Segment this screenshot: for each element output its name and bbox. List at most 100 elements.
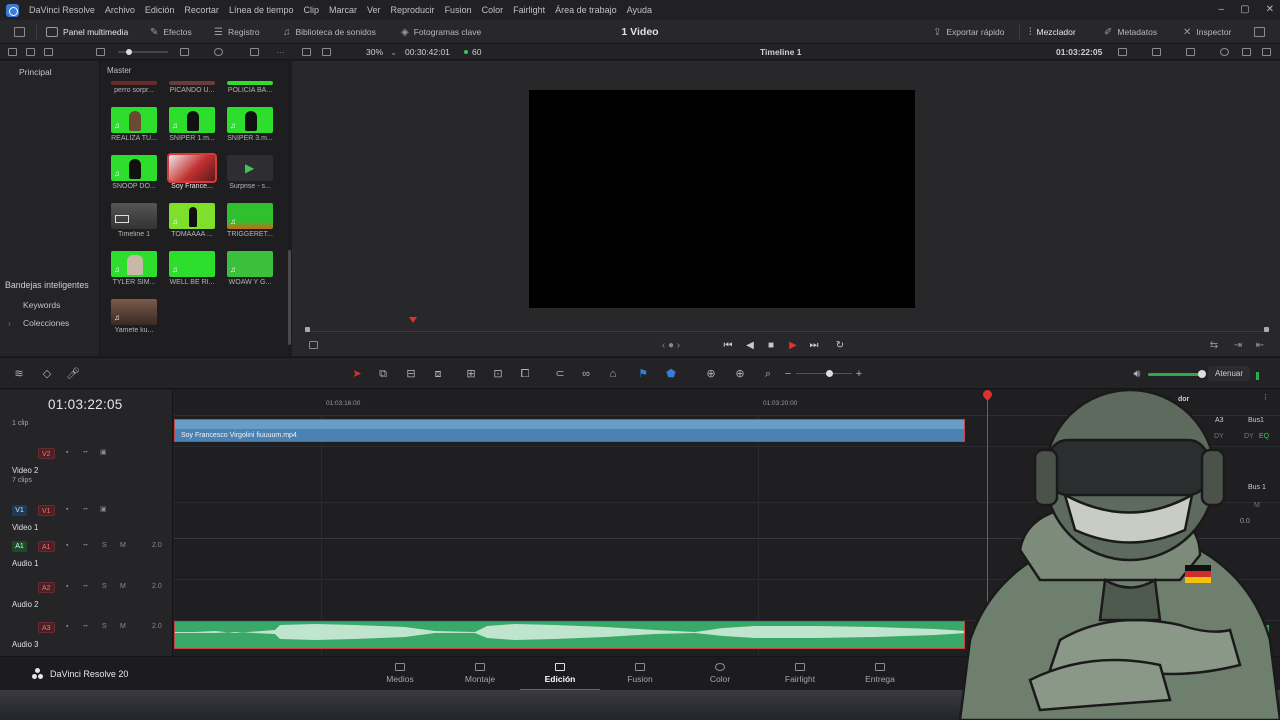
media-clip[interactable]: ♫ TYLER SIM... [110, 251, 158, 286]
menu-area-de-trabajo[interactable]: Área de trabajo [550, 0, 622, 20]
zoom-full-icon[interactable]: ⊕ [704, 367, 718, 381]
smart-bin-keywords[interactable]: Keywords [23, 300, 60, 310]
bin-principal[interactable]: Principal [19, 67, 52, 77]
keyframes-toggle[interactable]: ◈ Fotogramas clave [401, 20, 481, 44]
auto-select-icon[interactable]: ↔ [82, 505, 89, 512]
mute-button[interactable]: M [120, 583, 126, 590]
page-tab-medios[interactable]: Medios [360, 657, 440, 691]
page-tab-montaje[interactable]: Montaje [440, 657, 520, 691]
media-clip[interactable]: ♫ WELL BE RI... [168, 251, 216, 286]
layout-icon[interactable] [8, 48, 17, 56]
menu-reproducir[interactable]: Reproducir [386, 0, 440, 20]
trim-tool-icon[interactable]: ⧉ [376, 367, 390, 381]
match-frame-icon[interactable]: ⇆ [1207, 337, 1221, 353]
skip-to-start-icon[interactable]: ⏮ [720, 337, 736, 353]
blade-tool-icon[interactable]: ⧈ [431, 367, 445, 381]
viewer-scrub-bar[interactable] [307, 331, 1267, 332]
media-pool-toggle[interactable]: Panel multimedia [46, 20, 128, 44]
zoom-detail-icon[interactable]: ⊕ [733, 367, 747, 381]
thumb-size-knob[interactable] [126, 49, 132, 55]
grid-view-icon[interactable] [180, 48, 189, 56]
viewer-screen[interactable] [529, 90, 915, 308]
menu-ver[interactable]: Ver [362, 0, 386, 20]
media-clip[interactable]: ♫ SNOOP DO... [110, 155, 158, 190]
link-icon[interactable] [44, 48, 53, 56]
clip-display-icon[interactable] [1152, 48, 1161, 56]
menu-edicion[interactable]: Edición [140, 0, 180, 20]
menu-archivo[interactable]: Archivo [100, 0, 140, 20]
zoom-slider[interactable] [796, 373, 852, 374]
auto-select-icon[interactable]: ↔ [82, 622, 89, 629]
solo-button[interactable]: S [102, 623, 107, 630]
zoom-chevron-icon[interactable]: ⌄ [390, 44, 397, 60]
zoom-slider-knob[interactable] [826, 370, 833, 377]
stop-icon[interactable]: ■ [764, 337, 778, 353]
track-badge-a2[interactable]: A2 [38, 582, 55, 593]
overwrite-clip-icon[interactable]: ⊡ [491, 367, 505, 381]
media-clip[interactable]: ♫ WOAW Y G... [226, 251, 274, 286]
transform-icon[interactable] [1186, 48, 1195, 56]
menu-clip[interactable]: Clip [298, 0, 324, 20]
fullscreen-icon[interactable] [1262, 48, 1271, 56]
mute-button[interactable]: M [120, 623, 126, 630]
timeline-name[interactable]: Timeline 1 [760, 44, 801, 60]
zoom-level[interactable]: 30% [366, 44, 383, 60]
media-clip[interactable]: ▶ Surprise - s... [226, 155, 274, 190]
search-icon[interactable] [214, 48, 223, 56]
menu-linea-de-tiempo[interactable]: Línea de tiempo [224, 0, 299, 20]
flag-icon[interactable]: ⚑ [636, 367, 650, 381]
skip-to-end-icon[interactable]: ⏭ [806, 337, 822, 353]
sound-library-toggle[interactable]: ♫ Biblioteca de sonidos [283, 20, 376, 44]
source-patch-a1[interactable]: A1 [12, 541, 27, 552]
menu-recortar[interactable]: Recortar [179, 0, 224, 20]
snap-icon[interactable]: ⊂ [553, 367, 567, 381]
audio-clip[interactable] [174, 621, 965, 649]
media-clip-selected[interactable]: Soy France... [167, 153, 217, 190]
viewer-split-icon[interactable] [1242, 48, 1251, 56]
audio-scrub-icon[interactable] [1220, 48, 1229, 56]
menu-color[interactable]: Color [477, 0, 509, 20]
zoom-out-icon[interactable]: − [781, 367, 795, 381]
microphone-icon[interactable]: 🎤︎ [66, 367, 80, 381]
marker-icon[interactable]: ⬟ [664, 367, 678, 381]
inspector-toggle[interactable]: ✕ Inspector [1183, 20, 1231, 44]
safe-area-icon[interactable] [322, 48, 331, 56]
viewer-mode-icon[interactable] [1118, 48, 1127, 56]
media-clip[interactable]: PICANDO U... [168, 81, 216, 94]
source-patch-v1[interactable]: V1 [12, 505, 27, 516]
media-clip[interactable]: perro sorpr... [110, 81, 158, 94]
track-enable-icon[interactable]: ▣ [100, 448, 107, 456]
snapping-icon[interactable]: ◇ [40, 367, 54, 381]
dim-button[interactable]: Atenuar [1208, 366, 1250, 381]
insert-clip-icon[interactable]: ⊞ [464, 367, 478, 381]
loop-icon[interactable]: ↻ [832, 337, 848, 353]
track-badge-a1[interactable]: A1 [38, 541, 55, 552]
filter-icon[interactable] [96, 48, 105, 56]
track-badge-a3[interactable]: A3 [38, 622, 55, 633]
media-clip[interactable]: Timeline 1 [110, 203, 158, 238]
solo-button[interactable]: S [102, 583, 107, 590]
collapse-icon[interactable] [1254, 27, 1265, 37]
zoom-in-icon[interactable]: + [852, 367, 866, 381]
video-clip[interactable]: Soy Francesco Virgolini fiuuuum.mp4 [174, 419, 965, 442]
page-tab-entrega[interactable]: Entrega [840, 657, 920, 691]
close-button[interactable]: ✕ [1266, 0, 1274, 20]
edit-index-toggle[interactable]: ☰ Registro [214, 20, 260, 44]
auto-select-icon[interactable]: ↔ [82, 448, 89, 455]
minimize-button[interactable]: – [1219, 0, 1225, 20]
menu-fairlight[interactable]: Fairlight [508, 0, 550, 20]
auto-select-icon[interactable]: ↔ [82, 541, 89, 548]
track-badge-v1[interactable]: V1 [38, 505, 55, 516]
link-icon[interactable]: ∞ [579, 367, 593, 381]
lock-icon[interactable]: ▪ [66, 506, 68, 513]
dynamic-trim-icon[interactable]: ⊟ [404, 367, 418, 381]
chevron-right-icon[interactable]: › [8, 318, 11, 328]
page-tab-edicion[interactable]: Edición [520, 657, 600, 691]
menu-fusion[interactable]: Fusion [440, 0, 477, 20]
sidebar-icon[interactable] [26, 48, 35, 56]
menu-marcar[interactable]: Marcar [324, 0, 362, 20]
quick-export-button[interactable]: ⇪ Exportar rápido [933, 20, 1005, 44]
page-tab-fusion[interactable]: Fusion [600, 657, 680, 691]
timeline-options-icon[interactable]: ≋ [12, 367, 26, 381]
zoom-custom-icon[interactable]: ⌕ [761, 367, 775, 381]
